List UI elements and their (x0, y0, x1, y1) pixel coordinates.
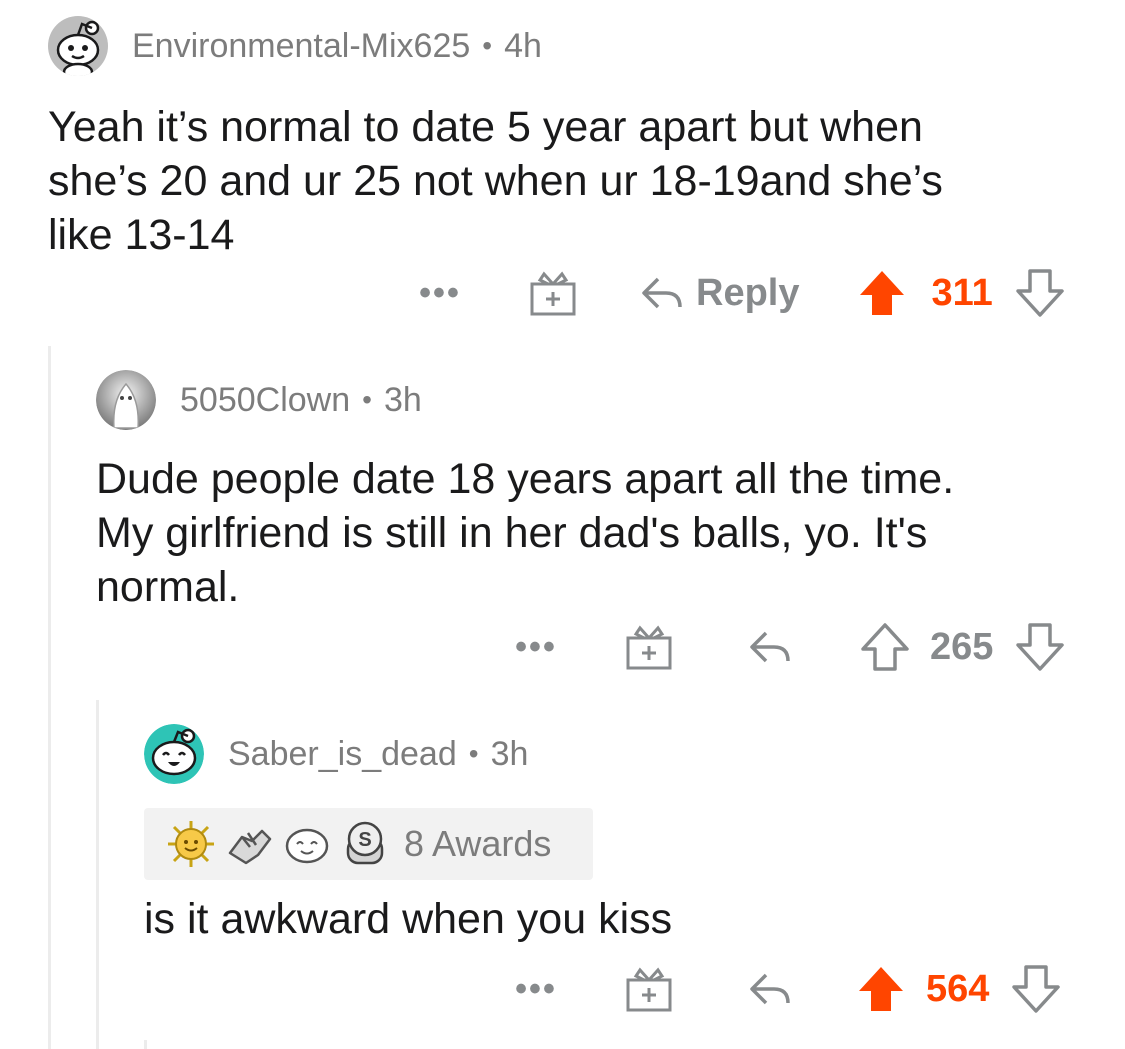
comment-body: is it awkward when you kiss (144, 895, 673, 943)
snoo-avatar-icon[interactable] (48, 16, 108, 76)
reply-button[interactable]: Reply (640, 272, 799, 315)
vote-score: 311 (931, 271, 993, 314)
ghost-avatar-icon[interactable] (96, 370, 156, 430)
sun-award-icon (166, 819, 216, 869)
comment-body: Dude people date 18 years apart all the … (96, 455, 955, 611)
vote-score: 265 (930, 625, 994, 668)
downvote-icon[interactable] (1015, 622, 1065, 672)
more-options-button[interactable]: ••• (410, 274, 470, 313)
handshake-award-icon (224, 819, 274, 869)
comment-header: Environmental-Mix625 • 4h (48, 14, 1088, 78)
comment-environmental-mix625: Environmental-Mix625 • 4h Yeah it’s norm… (48, 14, 1088, 262)
downvote-icon[interactable] (1015, 268, 1065, 318)
thread-line-level-2[interactable] (96, 700, 99, 1049)
username[interactable]: 5050Clown (180, 381, 350, 420)
reply-arrow-icon (642, 277, 682, 309)
thread-line-level-3[interactable] (144, 1040, 147, 1049)
awards-bar[interactable]: S 8 Awards (144, 808, 593, 880)
separator-dot: • (482, 30, 493, 61)
reply-arrow-icon[interactable] (748, 627, 794, 667)
silver-coin-award-icon: S (340, 819, 390, 869)
more-options-button[interactable]: ••• (506, 628, 566, 667)
separator-dot: • (468, 738, 479, 769)
comment-actions: ••• Reply 311 (410, 262, 1065, 324)
more-options-button[interactable]: ••• (506, 970, 566, 1009)
awards-count-label: 8 Awards (404, 823, 552, 864)
comment-body: Yeah it’s normal to date 5 year apart bu… (48, 103, 943, 259)
username[interactable]: Saber_is_dead (228, 735, 457, 774)
give-award-icon[interactable] (622, 620, 676, 674)
comment-actions: ••• 265 (506, 616, 1065, 678)
reply-arrow-icon[interactable] (748, 969, 794, 1009)
timestamp: 3h (490, 734, 529, 773)
comment-actions: ••• 564 (506, 958, 1061, 1020)
snoo-avatar-icon[interactable] (144, 724, 204, 784)
comment-saber-is-dead: Saber_is_dead • 3h (144, 722, 1084, 786)
upvote-icon[interactable] (857, 268, 907, 318)
give-award-icon[interactable] (526, 266, 580, 320)
comment-header: 5050Clown • 3h (96, 368, 1086, 432)
timestamp: 3h (383, 380, 422, 419)
separator-dot: • (362, 384, 372, 415)
svg-text:S: S (358, 829, 371, 851)
give-award-icon[interactable] (622, 962, 676, 1016)
username[interactable]: Environmental-Mix625 (132, 27, 470, 66)
wholesome-face-award-icon (282, 819, 332, 869)
comment-5050clown: 5050Clown • 3h Dude people date 18 years… (96, 368, 1086, 614)
comment-header: Saber_is_dead • 3h (144, 722, 1084, 786)
vote-score: 564 (926, 967, 990, 1010)
upvote-icon[interactable] (856, 964, 906, 1014)
timestamp: 4h (504, 26, 542, 65)
thread-line-level-1[interactable] (48, 346, 51, 1049)
downvote-icon[interactable] (1011, 964, 1061, 1014)
upvote-icon[interactable] (860, 622, 910, 672)
reply-label: Reply (696, 271, 800, 314)
